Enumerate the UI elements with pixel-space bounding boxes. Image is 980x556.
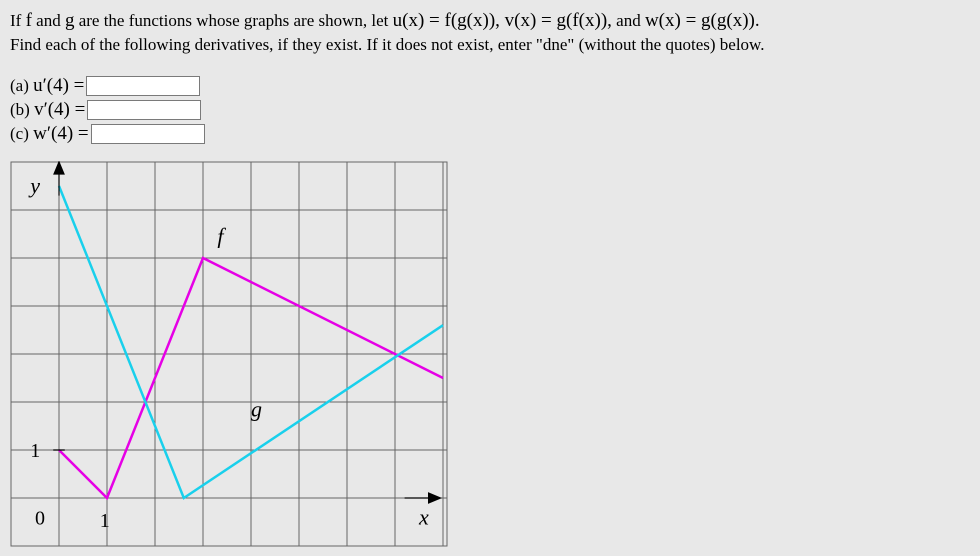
origin-label: 0 — [35, 507, 45, 529]
prompt-text: are the functions whose graphs are shown… — [74, 11, 392, 30]
prompt-line2: Find each of the following derivatives, … — [10, 35, 764, 54]
answer-b-math: v′(4) = — [34, 99, 85, 121]
answer-c-label: (c) — [10, 124, 33, 144]
y-axis-label: y — [28, 173, 40, 198]
answer-a-math: u′(4) = — [33, 75, 84, 97]
answers-block: (a) u′(4) = (b) v′(4) = (c) w′(4) = — [10, 75, 970, 145]
chart-container: y x 0 1 1 f g — [10, 161, 970, 552]
series-g-label: g — [251, 396, 262, 421]
answer-b-label: (b) — [10, 100, 34, 120]
prompt-ux: u(x) = f(g(x)), v(x) = g(f(x)), — [393, 10, 612, 31]
answer-c-input[interactable] — [91, 124, 205, 144]
answer-a-input[interactable] — [86, 76, 200, 96]
prompt-wx: w(x) = g(g(x)). — [645, 10, 760, 31]
answer-a-label: (a) — [10, 76, 33, 96]
answer-c-row: (c) w′(4) = — [10, 123, 970, 145]
answer-b-row: (b) v′(4) = — [10, 99, 970, 121]
problem-prompt: If f and g are the functions whose graph… — [10, 8, 970, 57]
y-tick-1: 1 — [30, 440, 40, 462]
prompt-text: If — [10, 11, 26, 30]
answer-b-input[interactable] — [87, 100, 201, 120]
prompt-text: and — [32, 11, 65, 30]
x-tick-1: 1 — [100, 509, 110, 531]
chart-grid — [11, 162, 447, 546]
series-f-label: f — [217, 223, 226, 248]
answer-c-math: w′(4) = — [33, 123, 89, 145]
answer-a-row: (a) u′(4) = — [10, 75, 970, 97]
chart-svg: y x 0 1 1 f g — [10, 161, 448, 547]
page-root: If f and g are the functions whose graph… — [0, 0, 980, 556]
y-axis-arrowhead — [54, 162, 64, 174]
x-axis-arrowhead — [429, 493, 441, 503]
prompt-text: and — [612, 11, 645, 30]
x-axis-label: x — [418, 504, 429, 529]
